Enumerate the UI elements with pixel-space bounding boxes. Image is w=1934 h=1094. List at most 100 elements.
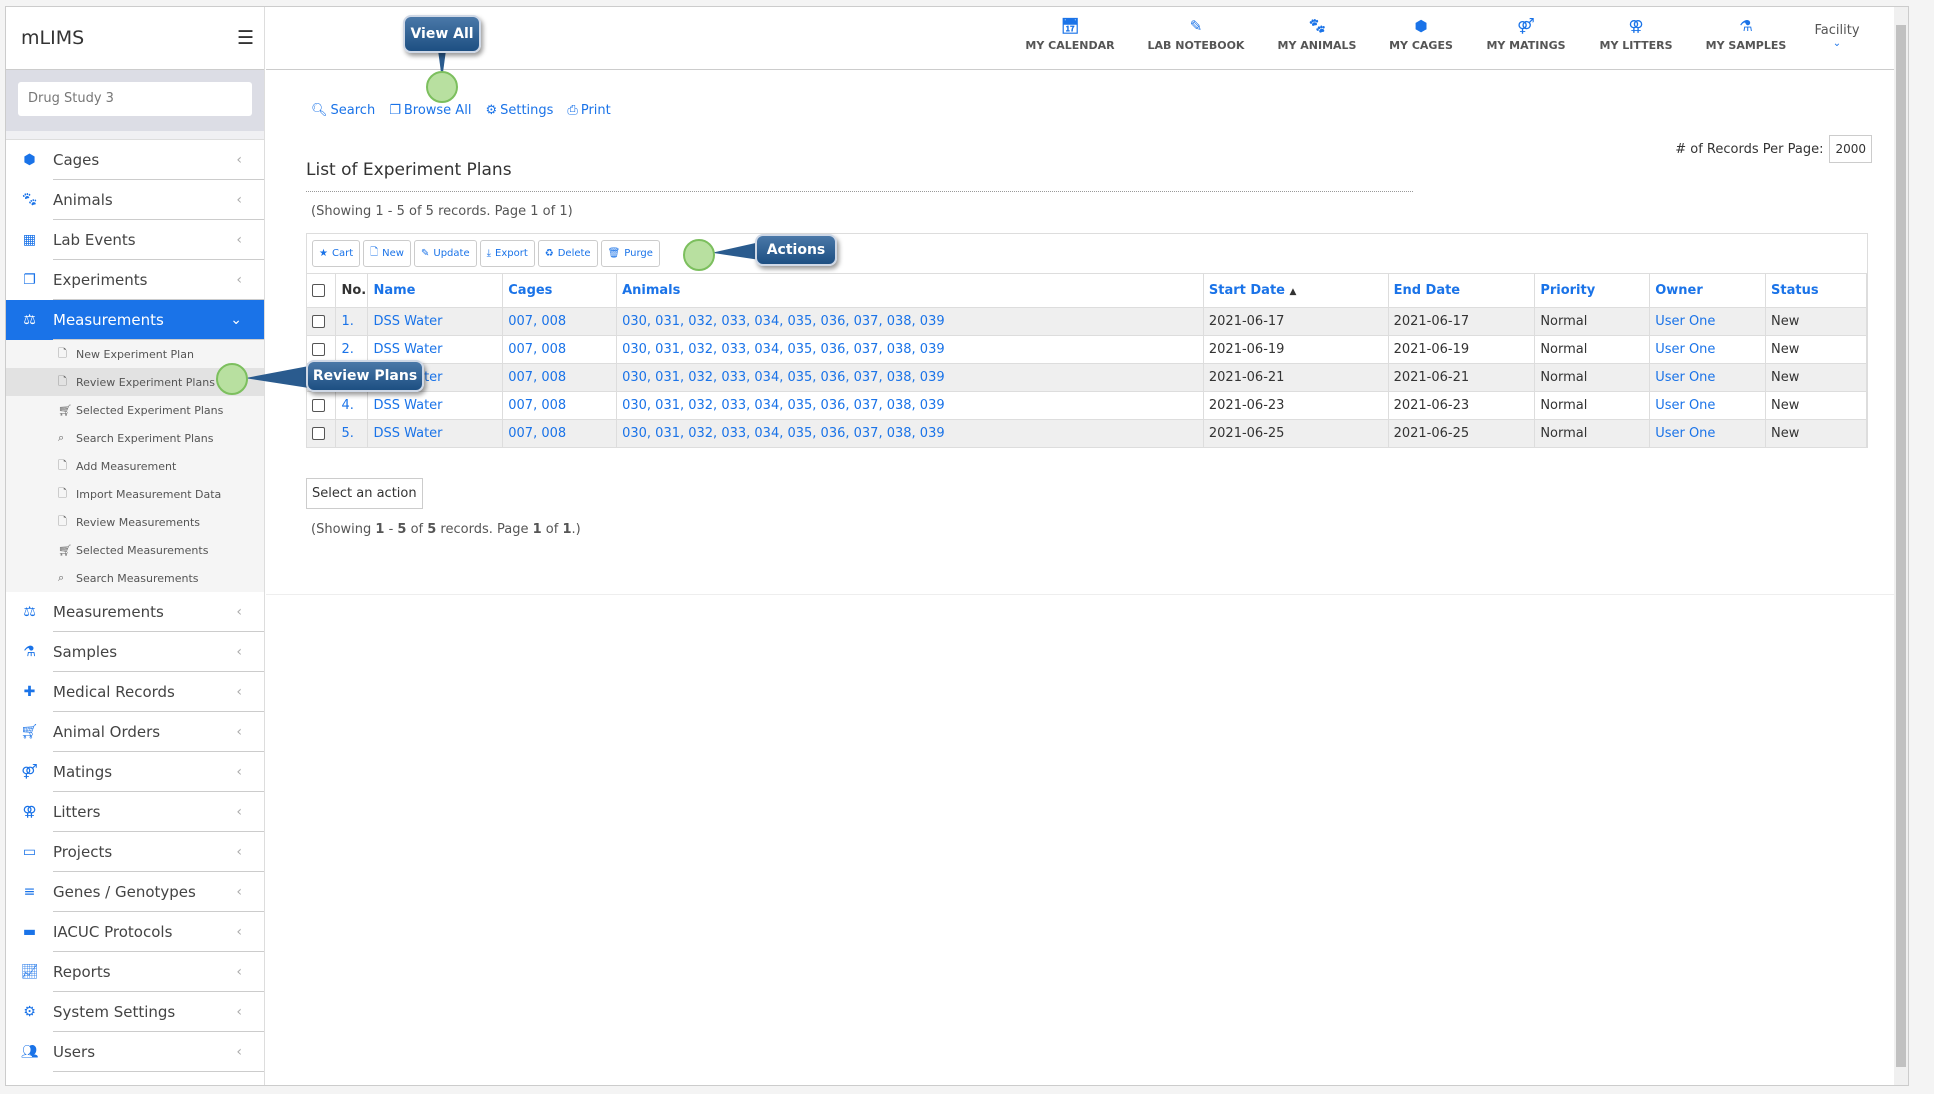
cell-animals[interactable]: 030, 031, 032, 033, 034, 035, 036, 037, … [616,306,1204,335]
sidebar-item-reports[interactable]: 📈︎ Reports ‹ [6,952,264,992]
column-header-end-date[interactable]: End Date [1388,274,1536,307]
purge-button[interactable]: 🗑︎ Purge [600,240,660,267]
submenu-item-search-experiment-plans[interactable]: ⌕ Search Experiment Plans [6,424,264,452]
cell-no[interactable]: 4. [335,390,369,419]
copy-icon: ❐ [389,103,401,118]
submenu-item-selected-measurements[interactable]: 🛒︎ Selected Measurements [6,536,264,564]
menu-icon: ≡ [23,884,36,900]
nav-my-matings[interactable]: ⚤ MY MATINGS [1486,17,1565,52]
vertical-scrollbar[interactable] [1894,7,1908,1085]
cell-cages[interactable]: 007, 008 [502,334,618,363]
cell-animals[interactable]: 030, 031, 032, 033, 034, 035, 036, 037, … [616,362,1204,391]
nav-lab-notebook[interactable]: ✎ LAB NOTEBOOK [1148,17,1245,52]
column-header-animals[interactable]: Animals [616,274,1204,307]
calendar-icon: ▦ [22,232,37,248]
sidebar-item-experiments[interactable]: ❐ Experiments ‹ [6,260,264,300]
sidebar-item-litters[interactable]: ⚢ Litters ‹ [6,792,264,832]
cell-owner[interactable]: User One [1649,306,1767,335]
cell-cages[interactable]: 007, 008 [502,390,618,419]
cell-name[interactable]: DSS Water [367,418,504,447]
cell-owner[interactable]: User One [1649,390,1767,419]
browse-all-link[interactable]: ❐ Browse All [389,103,471,118]
cell-no[interactable]: 2. [335,334,369,363]
submenu-item-selected-experiment-plans[interactable]: 🛒︎ Selected Experiment Plans [6,396,264,424]
nav-icon: ⚤ [1517,17,1535,35]
chevron-left-icon: ‹ [236,684,242,700]
cell-no[interactable]: 5. [335,418,369,447]
cell-animals[interactable]: 030, 031, 032, 033, 034, 035, 036, 037, … [616,390,1204,419]
export-icon: ⤓ [486,248,492,259]
column-header-owner[interactable]: Owner [1649,274,1767,307]
sidebar-item-matings[interactable]: ⚤ Matings ‹ [6,752,264,792]
table-row: 2. DSS Water 007, 008 030, 031, 032, 033, 0… [307,334,1867,363]
sidebar-item-samples[interactable]: ⚗ Samples ‹ [6,632,264,672]
column-header-priority[interactable]: Priority [1534,274,1651,307]
delete-button[interactable]: ♻ Delete [537,240,598,267]
sidebar-item-genes-genotypes[interactable]: ≡ Genes / Genotypes ‹ [6,872,264,912]
update-button[interactable]: ✎ Update [413,240,477,267]
nav-my-calendar[interactable]: 📅︎ MY CALENDAR [1025,17,1114,52]
select-all-checkbox[interactable] [312,283,325,297]
purge-icon: 🗑︎ [607,248,621,259]
cell-priority: Normal [1534,306,1651,335]
cell-animals[interactable]: 030, 031, 032, 033, 034, 035, 036, 037, … [616,334,1204,363]
cell-owner[interactable]: User One [1649,334,1767,363]
column-header-status[interactable]: Status [1765,274,1867,307]
nav-my-litters[interactable]: ⚢ MY LITTERS [1599,17,1672,52]
facility-dropdown[interactable]: Facility ⌄ [1814,23,1859,49]
records-per-page-input[interactable]: 2000 [1829,135,1872,163]
cell-owner[interactable]: User One [1649,418,1767,447]
submenu-item-import-measurement-data[interactable]: 🗋︎ Import Measurement Data [6,480,264,508]
submenu-item-add-measurement[interactable]: 🗋︎ Add Measurement [6,452,264,480]
row-checkbox[interactable] [312,314,325,328]
menu-toggle-icon[interactable]: ☰ [237,27,254,49]
cell-cages[interactable]: 007, 008 [502,418,618,447]
sidebar-item-lab-events[interactable]: ▦ Lab Events ‹ [6,220,264,260]
cell-priority: Normal [1534,418,1651,447]
new-button[interactable]: 🗋︎ New [363,240,411,267]
cell-cages[interactable]: 007, 008 [502,362,618,391]
nav-my-samples[interactable]: ⚗ MY SAMPLES [1706,17,1787,52]
sidebar-item-iacuc-protocols[interactable]: ▬ IACUC Protocols ‹ [6,912,264,952]
menu-icon: ⚤ [21,764,38,780]
column-header-cages[interactable]: Cages [502,274,618,307]
cell-no[interactable]: 1. [335,306,369,335]
cell-owner[interactable]: User One [1649,362,1767,391]
sidebar-item-users[interactable]: 👥︎ Users ‹ [6,1032,264,1072]
print-link[interactable]: ⎙ Print [567,103,610,118]
cell-cages[interactable]: 007, 008 [502,306,618,335]
sidebar-item-system-settings[interactable]: ⚙ System Settings ‹ [6,992,264,1032]
cell-end-date: 2021-06-25 [1388,418,1536,447]
row-checkbox[interactable] [312,342,325,356]
sidebar-item-measurements[interactable]: ⚖ Measurements ‹ [6,592,264,632]
page-title: List of Experiment Plans [306,160,512,180]
column-header-start-date[interactable]: Start Date ▲ [1203,274,1389,307]
search-link[interactable]: 🔍︎ Search [311,103,375,118]
cell-name[interactable]: DSS Water [367,334,504,363]
sidebar-item-measurements[interactable]: ⚖ Measurements ⌄ [6,300,264,340]
chevron-left-icon: ‹ [236,724,242,740]
column-header-name[interactable]: Name [367,274,504,307]
project-selector[interactable]: Drug Study 3 [18,82,252,116]
sidebar-item-animal-orders[interactable]: 🛒︎ Animal Orders ‹ [6,712,264,752]
cell-name[interactable]: DSS Water [367,390,504,419]
row-checkbox[interactable] [312,426,325,440]
nav-my-cages[interactable]: ⬢ MY CAGES [1389,17,1453,52]
nav-icon: ✎ [1189,17,1203,35]
sidebar-item-medical-records[interactable]: ✚ Medical Records ‹ [6,672,264,712]
cart-button[interactable]: ★ Cart [312,240,361,267]
settings-link[interactable]: ⚙ Settings [485,103,553,118]
action-select[interactable]: Select an action [306,478,423,509]
sidebar-item-animals[interactable]: 🐾︎ Animals ‹ [6,180,264,220]
cell-name[interactable]: DSS Water [367,306,504,335]
export-button[interactable]: ⤓ Export [479,240,535,267]
row-checkbox[interactable] [312,398,325,412]
sidebar-item-cages[interactable]: ⬢ Cages ‹ [6,140,264,180]
print-icon: ⎙ [567,103,578,118]
submenu-item-search-measurements[interactable]: ⌕ Search Measurements [6,564,264,592]
new-icon: 🗋︎ [370,247,379,258]
nav-my-animals[interactable]: 🐾︎ MY ANIMALS [1278,17,1357,52]
sidebar-item-projects[interactable]: ▭ Projects ‹ [6,832,264,872]
cell-animals[interactable]: 030, 031, 032, 033, 034, 035, 036, 037, … [616,418,1204,447]
submenu-item-review-measurements[interactable]: 🗋︎ Review Measurements [6,508,264,536]
